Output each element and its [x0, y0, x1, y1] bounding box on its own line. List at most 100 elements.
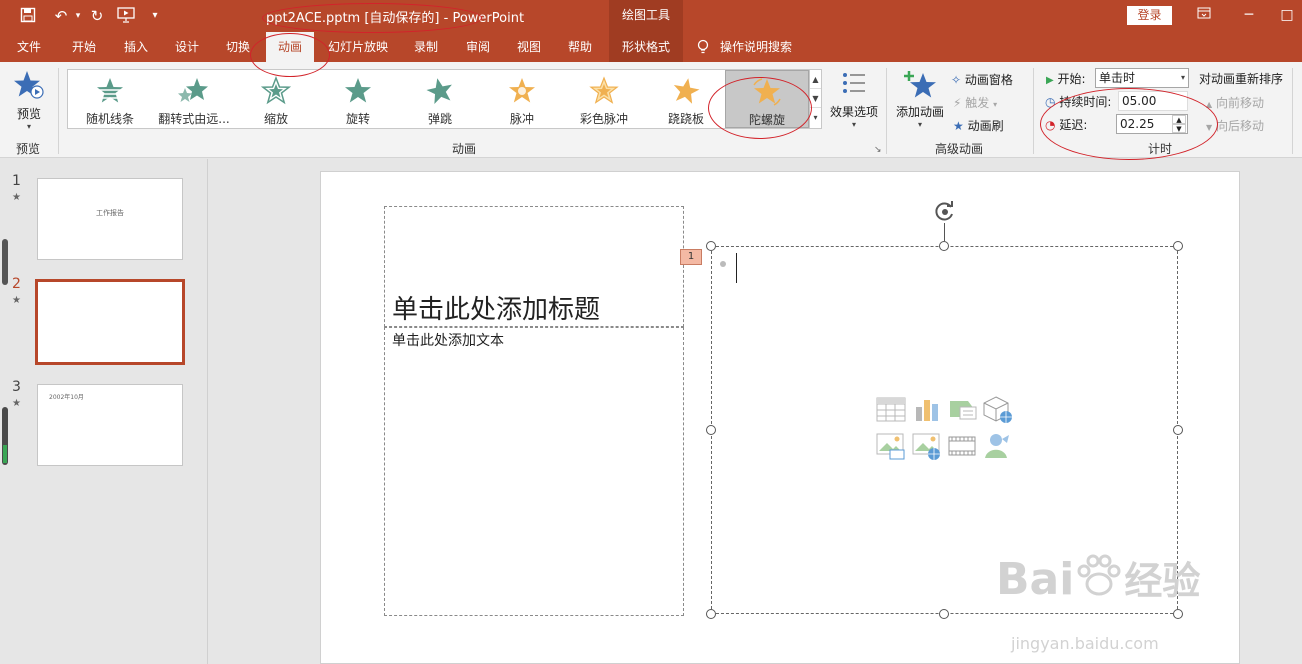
tab-home[interactable]: 开始 — [62, 32, 106, 62]
undo-dropdown-icon[interactable]: ▾ — [72, 7, 84, 25]
insert-online-picture-icon[interactable] — [912, 433, 942, 461]
move-later-label: 向后移动 — [1215, 119, 1264, 133]
effect-random-bars[interactable]: 随机线条 — [68, 70, 152, 128]
resize-handle[interactable] — [1173, 609, 1183, 619]
resize-handle[interactable] — [1173, 425, 1183, 435]
insert-picture-icon[interactable] — [876, 433, 906, 461]
trigger-dropdown-icon: ▾ — [993, 100, 998, 109]
animation-group-label: 动画 — [451, 142, 476, 156]
trigger-icon: ⚡ — [953, 96, 962, 110]
insert-table-icon[interactable] — [876, 397, 906, 423]
ribbon-display-icon[interactable] — [1194, 6, 1214, 24]
tab-design[interactable]: 设计 — [166, 32, 208, 62]
insert-chart-icon[interactable] — [912, 397, 942, 423]
gallery-scroll[interactable]: ▲ ▼ ▾ — [809, 69, 822, 129]
insert-icons-icon[interactable] — [982, 431, 1012, 461]
annotation-ellipse-title — [262, 3, 482, 33]
insert-3d-model-icon[interactable] — [982, 395, 1014, 425]
preview-label: 预览 — [16, 107, 41, 121]
animation-pane-label: 动画窗格 — [964, 73, 1013, 87]
insert-video-icon[interactable] — [948, 433, 978, 461]
resize-handle[interactable] — [706, 609, 716, 619]
slide-thumbnail-1[interactable]: 工作报告 — [37, 178, 183, 260]
tell-me-search[interactable]: 操作说明搜索 — [720, 32, 802, 62]
effect-options-icon — [843, 73, 865, 93]
tab-file[interactable]: 文件 — [8, 32, 50, 62]
gallery-up-icon[interactable]: ▲ — [810, 70, 821, 89]
trigger-button[interactable]: ⚡ 触发 ▾ — [953, 94, 997, 111]
start-select[interactable]: 单击时 ▾ — [1095, 68, 1189, 88]
text-placeholder[interactable]: 单击此处添加文本 — [384, 327, 684, 616]
annotation-ellipse-tab — [250, 33, 330, 77]
thumbnail-text: 2002年10月 — [49, 394, 84, 401]
resize-handle[interactable] — [706, 241, 716, 251]
effect-bounce[interactable]: 弹跳 — [398, 70, 482, 128]
slide-number: 2 — [12, 276, 21, 292]
effect-label: 旋转 — [345, 112, 370, 126]
title-placeholder[interactable]: 单击此处添加标题 — [384, 206, 684, 327]
start-play-icon: ▶ — [1046, 75, 1054, 86]
tab-shape-format[interactable]: 形状格式 — [609, 32, 683, 62]
customize-icon[interactable]: ▾ — [146, 7, 164, 25]
resize-handle[interactable] — [1173, 241, 1183, 251]
undo-icon[interactable]: ↶ — [50, 7, 72, 25]
save-icon[interactable] — [19, 7, 37, 25]
effect-options-dropdown-icon: ▾ — [851, 120, 856, 129]
slide-animation-star-icon: ★ — [12, 398, 21, 409]
animation-pane-button[interactable]: ✧ 动画窗格 — [951, 71, 1013, 88]
reorder-label: 对动画重新排序 — [1199, 72, 1284, 86]
animation-pane-icon: ✧ — [951, 73, 962, 87]
effect-pulse[interactable]: 脉冲 — [480, 70, 564, 128]
resize-handle[interactable] — [939, 609, 949, 619]
tab-view[interactable]: 视图 — [508, 32, 550, 62]
move-earlier-button[interactable]: ▲ 向前移动 — [1206, 94, 1264, 111]
random-bars-star-icon — [96, 78, 124, 103]
tab-record[interactable]: 录制 — [405, 32, 447, 62]
start-dropdown-icon[interactable]: ▾ — [1181, 69, 1185, 87]
animation-painter-button[interactable]: ★ 动画刷 — [953, 117, 1004, 134]
add-animation-label: 添加动画 — [895, 105, 944, 119]
preview-button[interactable]: 预览 ▾ — [12, 70, 46, 131]
add-animation-button[interactable]: 添加动画 ▾ — [893, 70, 947, 129]
effect-options-label: 效果选项 — [829, 105, 878, 119]
animation-painter-label: 动画刷 — [967, 119, 1004, 133]
effect-color-pulse[interactable]: 彩色脉冲 — [562, 70, 646, 128]
thumbnail-progress-indicator — [2, 407, 8, 465]
login-button[interactable]: 登录 — [1127, 6, 1172, 25]
present-from-beginning-icon[interactable] — [117, 7, 135, 25]
effect-flip[interactable]: 翻转式由远... — [152, 70, 236, 128]
redo-icon[interactable]: ↻ — [88, 7, 106, 25]
title-placeholder-text: 单击此处添加标题 — [392, 295, 601, 325]
slide-canvas: 单击此处添加标题 单击此处添加文本 1 Bai 经验 jingyan.baidu… — [320, 171, 1240, 664]
tab-review[interactable]: 审阅 — [457, 32, 499, 62]
animation-order-tag[interactable]: 1 — [680, 249, 702, 265]
effect-zoom[interactable]: 缩放 — [234, 70, 318, 128]
bounce-star-icon — [426, 78, 452, 104]
slide-thumbnails-pane: 1 ★ 工作报告 2 ★ 3 ★ 2002年10月 — [0, 159, 208, 664]
group-divider — [1292, 68, 1293, 154]
rotate-handle-icon[interactable] — [933, 200, 957, 224]
minimize-icon[interactable]: ─ — [1239, 6, 1259, 24]
dialog-launcher-icon[interactable]: ↘ — [874, 145, 882, 155]
annotation-ellipse-timing — [1040, 88, 1218, 160]
watermark-logo-text: Bai 经验 — [996, 550, 1200, 605]
watermark-sub: 经验 — [1124, 559, 1201, 603]
lightbulb-icon — [694, 32, 712, 62]
add-animation-dropdown-icon: ▾ — [917, 120, 922, 129]
resize-handle[interactable] — [706, 425, 716, 435]
group-divider — [1033, 68, 1034, 154]
tab-help[interactable]: 帮助 — [559, 32, 601, 62]
insert-smartart-icon[interactable] — [948, 397, 978, 423]
effect-spin[interactable]: 旋转 — [316, 70, 400, 128]
slide-thumbnail-2[interactable] — [35, 279, 185, 365]
slide-thumbnail-3[interactable]: 2002年10月 — [37, 384, 183, 466]
resize-handle[interactable] — [939, 241, 949, 251]
tab-insert[interactable]: 插入 — [115, 32, 157, 62]
tab-slideshow[interactable]: 幻灯片放映 — [322, 32, 394, 62]
start-select-value: 单击时 — [1099, 71, 1136, 85]
rotation-stem — [944, 223, 945, 241]
effect-options-button[interactable]: 效果选项 ▾ — [826, 70, 882, 129]
flip-star-icon — [178, 78, 208, 102]
title-bar: ↶ ▾ ↻ ▾ ppt2ACE.pptm [自动保存的] - PowerPoin… — [0, 0, 1302, 32]
maximize-icon[interactable]: □ — [1277, 6, 1297, 24]
